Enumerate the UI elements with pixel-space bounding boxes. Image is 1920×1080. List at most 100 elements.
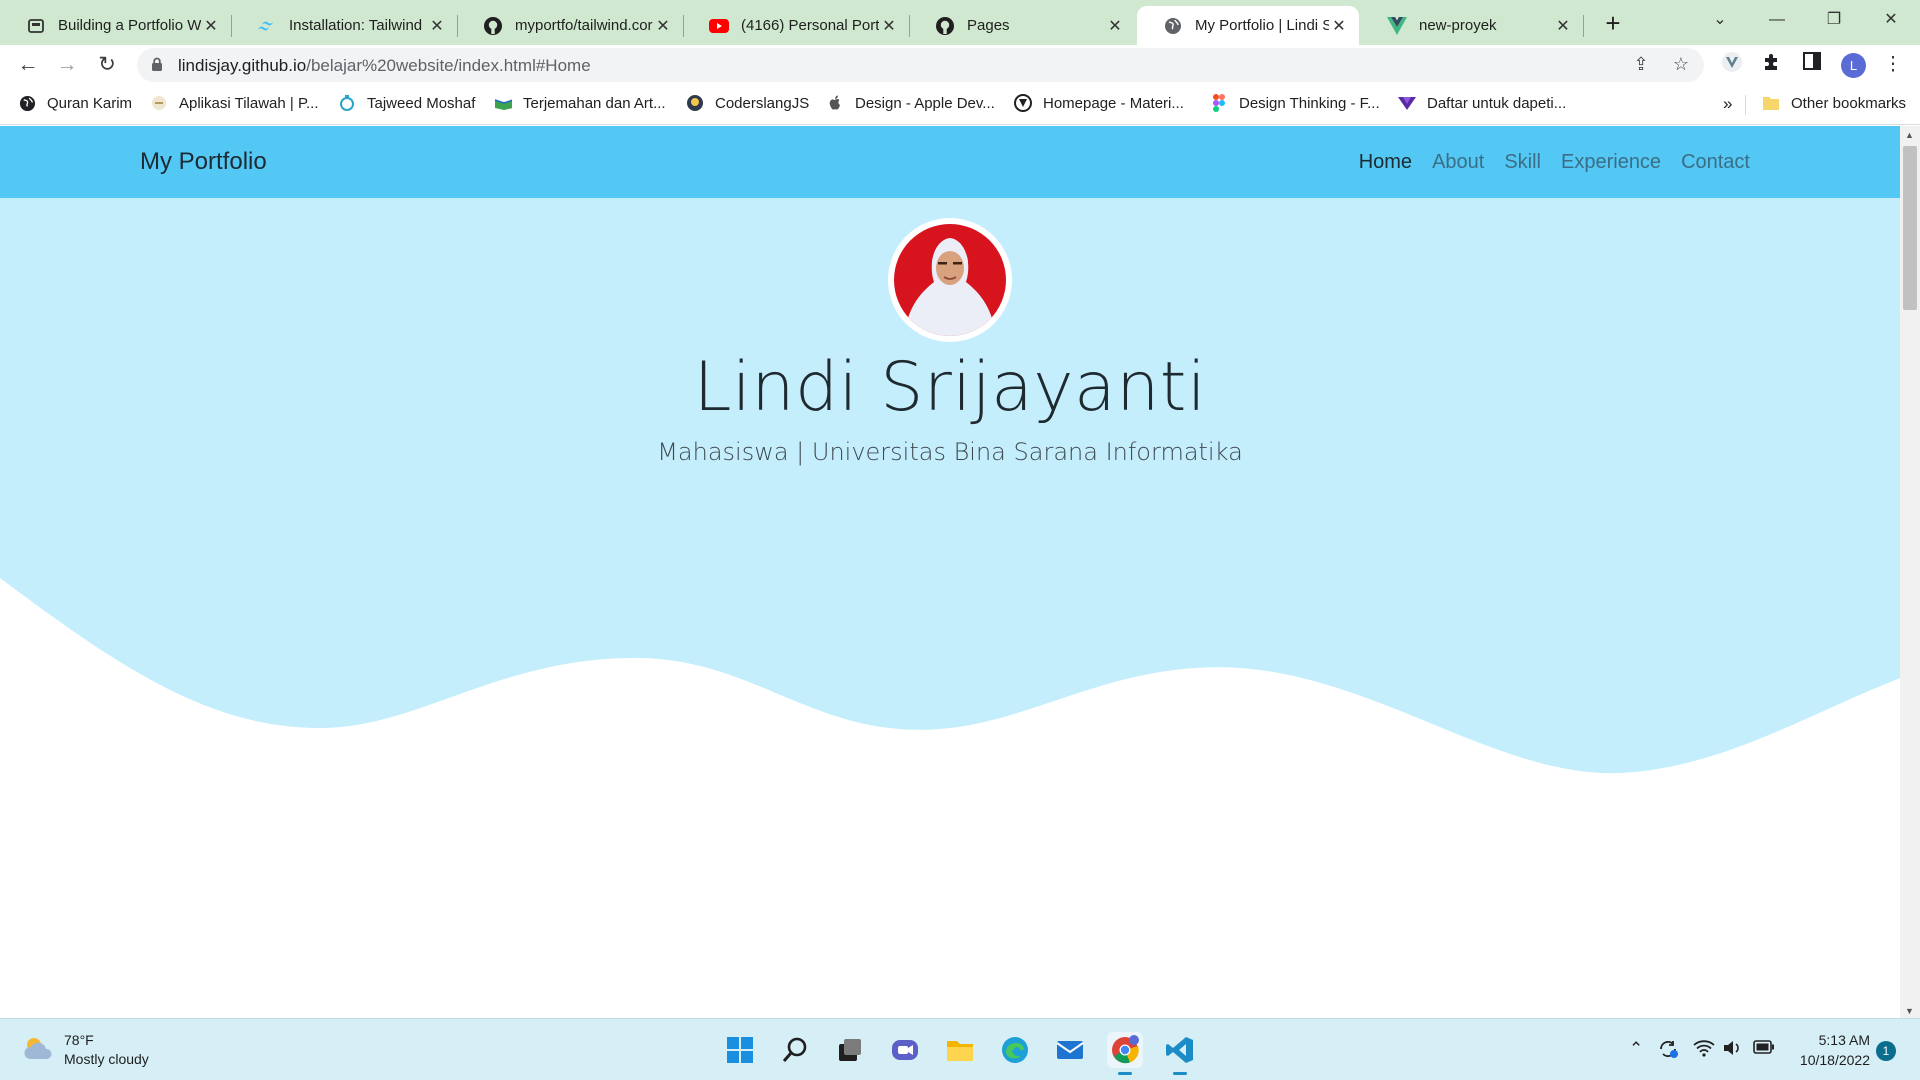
vue-devtools-icon[interactable] bbox=[1719, 52, 1745, 78]
tab-github-pages[interactable]: Pages ✕ bbox=[909, 6, 1135, 45]
notification-badge[interactable]: 1 bbox=[1876, 1041, 1896, 1061]
site-nav-links: Home About Skill Experience Contact bbox=[1359, 151, 1750, 174]
nav-link-contact[interactable]: Contact bbox=[1681, 151, 1750, 174]
bookmark-tajweed-moshaf[interactable]: Tajweed Moshaf bbox=[338, 94, 475, 112]
bookmarks-divider bbox=[1745, 95, 1746, 115]
close-icon[interactable]: ✕ bbox=[1553, 16, 1573, 36]
page-scrollbar[interactable]: ▲ ▼ bbox=[1900, 126, 1920, 1018]
wifi-icon[interactable] bbox=[1693, 1039, 1715, 1062]
tab-title: Installation: Tailwind C bbox=[289, 17, 427, 34]
cloudy-weather-icon bbox=[22, 1035, 54, 1066]
weather-temperature: 78°F bbox=[64, 1032, 94, 1048]
bookmark-material[interactable]: Homepage - Materi... bbox=[1014, 94, 1184, 112]
tab-my-portfolio[interactable]: My Portfolio | Lindi Sr ✕ bbox=[1137, 6, 1359, 45]
bookmark-label: Daftar untuk dapeti... bbox=[1427, 94, 1567, 112]
site-brand[interactable]: My Portfolio bbox=[140, 148, 267, 176]
chat-icon[interactable] bbox=[887, 1032, 923, 1068]
profile-photo bbox=[888, 218, 1012, 342]
hero-section: Lindi Srijayanti Mahasiswa | Universitas… bbox=[0, 198, 1900, 1018]
tab-title: (4166) Personal Portfo bbox=[741, 17, 879, 34]
hero-subtitle: Mahasiswa | Universitas Bina Sarana Info… bbox=[657, 438, 1243, 466]
show-hidden-icons-icon[interactable]: ⌃ bbox=[1629, 1039, 1643, 1059]
side-panel-icon[interactable] bbox=[1799, 52, 1825, 78]
tab-title: Building a Portfolio W bbox=[58, 17, 201, 34]
bookmarks-overflow-button[interactable]: » bbox=[1723, 94, 1732, 114]
nav-link-skill[interactable]: Skill bbox=[1504, 151, 1541, 174]
scroll-down-arrow-icon[interactable]: ▼ bbox=[1905, 1006, 1914, 1016]
site-navbar: My Portfolio Home About Skill Experience… bbox=[0, 126, 1900, 198]
bookmark-star-icon[interactable]: ☆ bbox=[1670, 54, 1692, 76]
vscode-icon[interactable] bbox=[1162, 1032, 1198, 1075]
forward-icon[interactable]: → bbox=[51, 49, 83, 81]
sync-icon[interactable] bbox=[1657, 1039, 1679, 1064]
other-bookmarks[interactable]: Other bookmarks bbox=[1762, 94, 1906, 112]
tab-title: new-proyek bbox=[1419, 17, 1497, 34]
windows-start-icon[interactable] bbox=[722, 1032, 758, 1068]
weather-widget[interactable]: 78°F Mostly cloudy bbox=[22, 1031, 149, 1069]
bookmark-label: Tajweed Moshaf bbox=[367, 94, 476, 112]
bookmark-terjemahan[interactable]: Terjemahan dan Art... bbox=[494, 94, 666, 112]
search-icon[interactable] bbox=[777, 1032, 813, 1068]
globe-icon bbox=[1163, 16, 1183, 36]
scroll-thumb[interactable] bbox=[1903, 146, 1917, 310]
battery-icon[interactable] bbox=[1753, 1039, 1775, 1059]
bookmark-apple-design[interactable]: Design - Apple Dev... bbox=[826, 94, 995, 112]
menu-icon[interactable]: ⋮ bbox=[1880, 52, 1906, 78]
bookmark-label: Design Thinking - F... bbox=[1239, 94, 1380, 112]
edge-icon[interactable] bbox=[997, 1032, 1033, 1068]
bookmark-quran-karim[interactable]: Quran Karim bbox=[18, 94, 132, 112]
minimize-button[interactable]: — bbox=[1754, 0, 1800, 40]
close-icon[interactable]: ✕ bbox=[879, 16, 899, 36]
lock-icon[interactable] bbox=[151, 57, 163, 77]
url-host: lindisjay.github.io bbox=[178, 56, 307, 75]
tab-tailwind-installation[interactable]: Installation: Tailwind C ✕ bbox=[231, 6, 458, 45]
close-icon[interactable]: ✕ bbox=[1105, 16, 1125, 36]
close-icon[interactable]: ✕ bbox=[427, 16, 447, 36]
bookmark-design-thinking[interactable]: Design Thinking - F... bbox=[1210, 94, 1380, 112]
coderslang-icon bbox=[686, 94, 704, 112]
tab-new-proyek[interactable]: new-proyek ✕ bbox=[1361, 6, 1584, 45]
close-icon[interactable]: ✕ bbox=[653, 16, 673, 36]
tab-building-portfolio[interactable]: Building a Portfolio W ✕ bbox=[0, 6, 232, 45]
bookmark-aplikasi-tilawah[interactable]: Aplikasi Tilawah | P... bbox=[150, 94, 319, 112]
new-tab-button[interactable]: + bbox=[1597, 7, 1629, 39]
chrome-icon[interactable] bbox=[1107, 1032, 1143, 1075]
hero-name: Lindi Srijayanti bbox=[693, 348, 1207, 427]
task-view-icon[interactable] bbox=[832, 1032, 868, 1068]
tab-youtube[interactable]: (4166) Personal Portfo ✕ bbox=[683, 6, 910, 45]
system-clock[interactable]: 5:13 AM 10/18/2022 bbox=[1790, 1030, 1870, 1070]
tab-github-myportfo[interactable]: myportfo/tailwind.cor ✕ bbox=[457, 6, 684, 45]
bookmark-daftar[interactable]: Daftar untuk dapeti... bbox=[1398, 94, 1566, 112]
globe-icon bbox=[18, 94, 36, 112]
nav-link-experience[interactable]: Experience bbox=[1561, 151, 1661, 174]
weather-description: Mostly cloudy bbox=[64, 1051, 149, 1067]
close-icon[interactable]: ✕ bbox=[1329, 16, 1349, 36]
nav-link-about[interactable]: About bbox=[1432, 151, 1484, 174]
nav-link-home[interactable]: Home bbox=[1359, 151, 1412, 174]
tailwind-icon bbox=[257, 16, 277, 36]
bookmark-coderslangjs[interactable]: CoderslangJS bbox=[686, 94, 809, 112]
mail-icon[interactable] bbox=[1052, 1032, 1088, 1068]
tab-title: myportfo/tailwind.cor bbox=[515, 17, 653, 34]
github-icon bbox=[935, 16, 955, 36]
tab-divider bbox=[1583, 15, 1584, 37]
tab-search-icon[interactable]: ⌄ bbox=[1697, 0, 1743, 40]
restore-button[interactable]: ❐ bbox=[1811, 0, 1857, 40]
url-text[interactable]: lindisjay.github.io/belajar%20website/in… bbox=[178, 56, 591, 76]
back-icon[interactable]: ← bbox=[12, 49, 44, 81]
close-icon[interactable]: ✕ bbox=[201, 16, 221, 36]
figma-icon bbox=[1210, 94, 1228, 112]
volume-icon[interactable] bbox=[1722, 1039, 1742, 1062]
extensions-icon[interactable] bbox=[1759, 52, 1785, 78]
folder-icon bbox=[1762, 94, 1780, 112]
share-icon[interactable]: ⇪ bbox=[1630, 54, 1652, 76]
scroll-up-arrow-icon[interactable]: ▲ bbox=[1905, 130, 1914, 140]
url-path: /belajar%20website/index.html#Home bbox=[306, 56, 591, 75]
file-explorer-icon[interactable] bbox=[942, 1032, 978, 1068]
address-bar[interactable]: lindisjay.github.io/belajar%20website/in… bbox=[137, 48, 1704, 82]
profile-avatar[interactable]: L bbox=[1841, 53, 1866, 78]
material-icon bbox=[1014, 94, 1032, 112]
close-window-button[interactable]: ✕ bbox=[1868, 0, 1914, 40]
reload-icon[interactable]: ↻ bbox=[91, 49, 123, 81]
tajweed-icon bbox=[338, 94, 356, 112]
